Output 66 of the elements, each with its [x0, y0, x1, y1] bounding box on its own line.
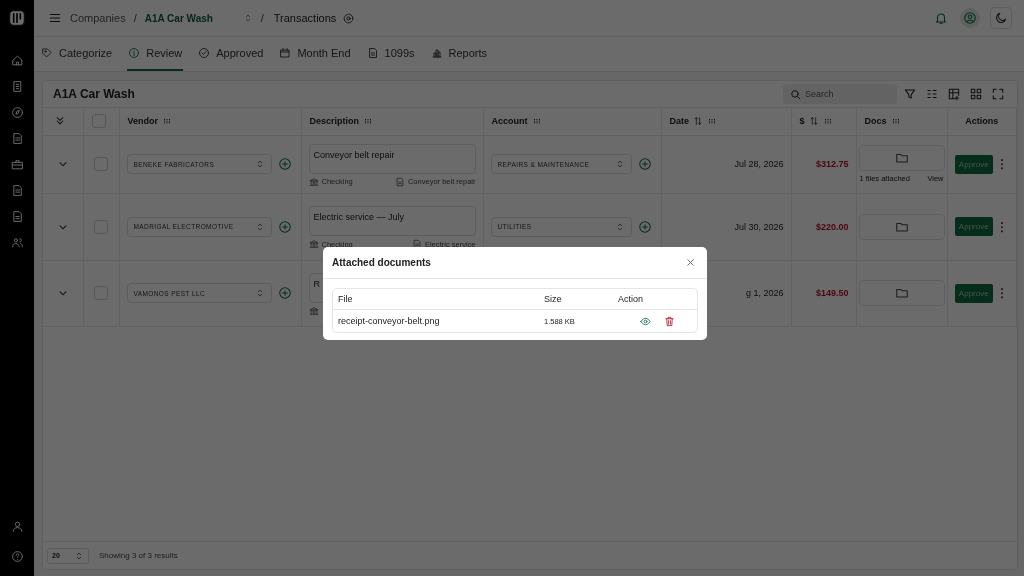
- bank-icon: [308, 239, 319, 249]
- company-select[interactable]: A1A Car Wash: [144, 10, 253, 26]
- card-title: A1A Car Wash: [53, 87, 135, 101]
- column-header[interactable]: Date: [669, 116, 689, 127]
- sort-icon: [808, 116, 819, 127]
- tab[interactable]: Month End: [278, 37, 352, 71]
- help-icon[interactable]: [9, 548, 25, 564]
- column-header[interactable]: Account: [491, 116, 528, 127]
- approve-button[interactable]: Approve: [954, 217, 993, 236]
- column-header: File: [338, 294, 353, 304]
- description-field[interactable]: Conveyor belt repair: [308, 143, 476, 174]
- column-header[interactable]: Vendor: [127, 116, 158, 127]
- page-title: Transactions: [273, 12, 337, 24]
- settings-icon: [342, 11, 356, 25]
- tab[interactable]: Approved: [197, 37, 265, 71]
- results-count: Showing 3 of 3 results: [99, 551, 178, 560]
- column-header[interactable]: Actions: [965, 116, 999, 127]
- attachment-dropzone[interactable]: [858, 280, 945, 306]
- approve-button[interactable]: Approve: [954, 283, 993, 303]
- amount-text: $149.50: [815, 288, 849, 298]
- account-icon[interactable]: [960, 8, 980, 28]
- chevron-updown-icon: [74, 550, 84, 561]
- tab[interactable]: Categorize: [40, 37, 114, 71]
- tag-icon: [41, 47, 53, 59]
- bank-icon: [308, 176, 319, 187]
- approve-button[interactable]: Approve: [954, 154, 993, 174]
- calendar-icon: [279, 47, 292, 59]
- column-header: Size: [544, 294, 562, 304]
- moon-icon[interactable]: [990, 7, 1012, 29]
- column-header: Action: [618, 294, 643, 304]
- dialog-title: Attached documents: [332, 257, 431, 268]
- bank-icon: [308, 305, 319, 316]
- sort-icon: [693, 116, 703, 127]
- drag-handle-icon: [162, 116, 172, 127]
- date-text: Jul 28, 2026: [734, 159, 784, 169]
- column-header[interactable]: Description: [309, 116, 359, 127]
- column-header[interactable]: Docs: [864, 116, 887, 127]
- amount-text: $312.75: [815, 159, 849, 169]
- drag-handle-icon: [707, 116, 717, 127]
- drag-handle-icon: [822, 116, 833, 127]
- column-header[interactable]: $: [799, 116, 805, 127]
- drag-handle-icon: [363, 116, 373, 127]
- folder-icon: [894, 286, 909, 300]
- file-name: receipt-conveyor-belt.png: [338, 316, 440, 326]
- compass-icon[interactable]: [9, 104, 25, 120]
- check-circle-icon: [198, 47, 211, 59]
- breadcrumb-link[interactable]: Companies: [70, 12, 126, 24]
- amount-text: $220.00: [815, 221, 849, 232]
- breadcrumb-separator: /: [260, 12, 264, 24]
- document-icon: [394, 176, 405, 187]
- drag-handle-icon: [531, 116, 542, 127]
- info-icon: [128, 47, 141, 59]
- tab[interactable]: 1099s: [365, 37, 416, 71]
- tab[interactable]: Reports: [429, 37, 489, 71]
- date-text: Jul 30, 2026: [734, 221, 784, 232]
- tab[interactable]: Review: [127, 37, 184, 71]
- description-field[interactable]: Electric service — July: [308, 206, 476, 236]
- breadcrumb-separator: /: [133, 12, 137, 24]
- folder-icon: [894, 151, 909, 165]
- attachment-dropzone[interactable]: [858, 145, 945, 171]
- attachment-dropzone[interactable]: [858, 213, 945, 240]
- logo: [7, 8, 27, 28]
- date-text: g 1, 2026: [745, 288, 784, 298]
- drag-handle-icon: [890, 116, 901, 127]
- document-icon: [412, 239, 423, 249]
- document-icon: [366, 47, 379, 59]
